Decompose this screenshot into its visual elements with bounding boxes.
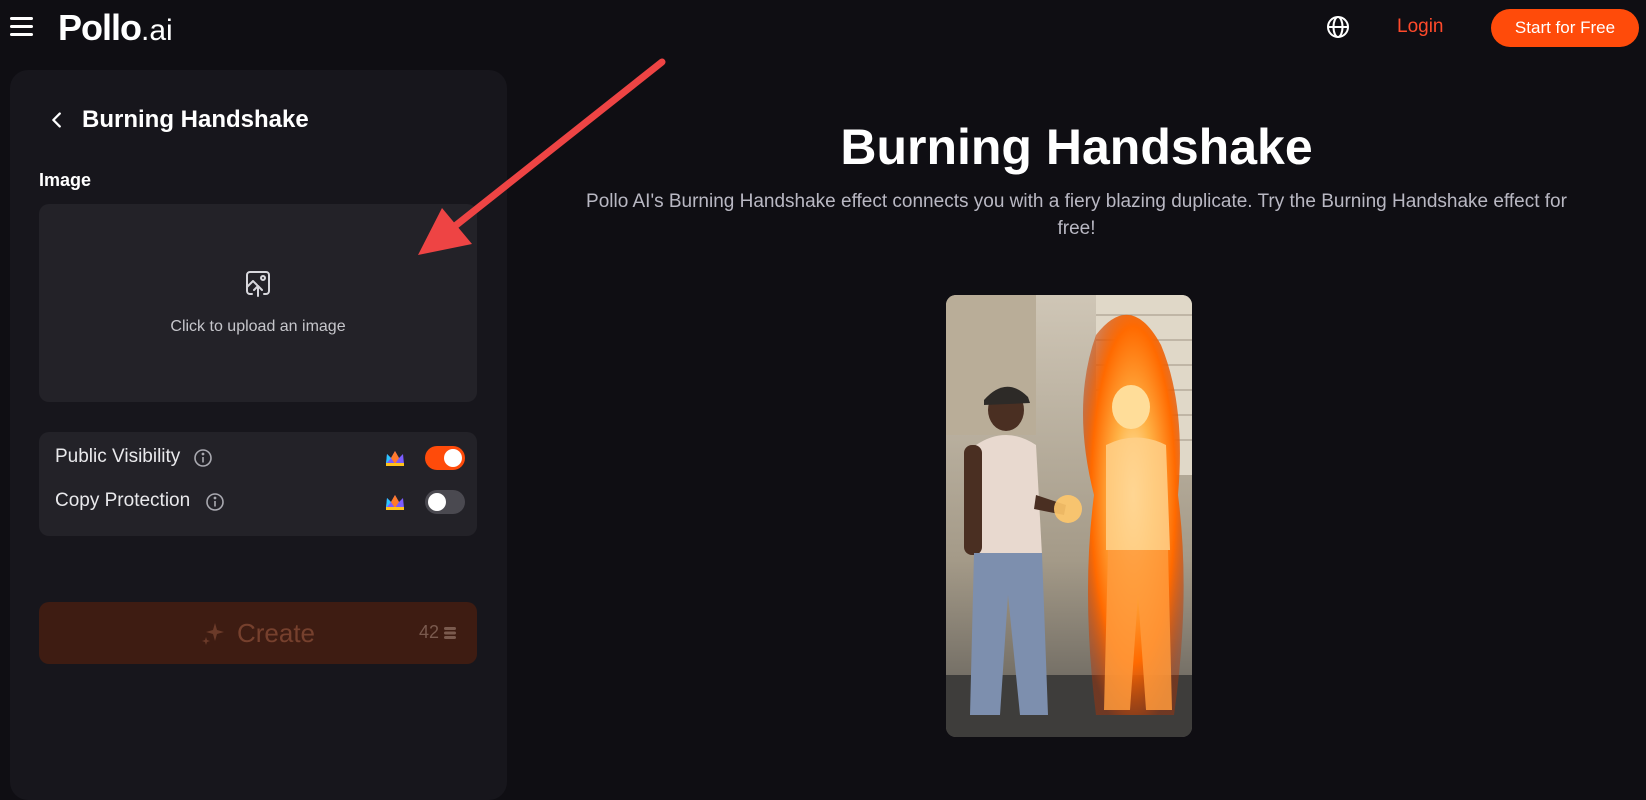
panel-title: Burning Handshake xyxy=(82,106,309,133)
logo-suffix: .ai xyxy=(141,14,173,47)
preview-illustration xyxy=(946,295,1192,737)
premium-crown-icon xyxy=(386,495,404,510)
image-upload-icon xyxy=(246,271,270,297)
login-link[interactable]: Login xyxy=(1397,16,1444,38)
logo[interactable]: Pollo.ai xyxy=(58,7,173,49)
menu-icon[interactable] xyxy=(10,17,34,37)
premium-crown-icon xyxy=(386,451,404,466)
copy-protection-row: Copy Protection xyxy=(55,488,465,516)
effect-settings-panel: Burning Handshake Image Click to upload … xyxy=(10,70,507,800)
coin-stack-icon xyxy=(444,626,456,639)
info-icon[interactable] xyxy=(193,448,213,468)
create-label: Create xyxy=(236,617,316,648)
visibility-settings: Public Visibility Copy Protection xyxy=(39,432,477,536)
chevron-left-icon xyxy=(52,112,61,128)
image-upload-area[interactable]: Click to upload an image xyxy=(39,204,477,402)
info-icon[interactable] xyxy=(205,492,225,512)
create-button[interactable]: Create 42 xyxy=(39,602,477,664)
start-for-free-button[interactable]: Start for Free xyxy=(1491,9,1639,47)
image-section-label: Image xyxy=(39,170,92,190)
copy-protection-toggle[interactable] xyxy=(425,490,465,514)
public-visibility-row: Public Visibility xyxy=(55,444,465,472)
logo-text: Pollo xyxy=(58,7,142,48)
upload-prompt: Click to upload an image xyxy=(170,318,346,335)
globe-icon[interactable] xyxy=(1326,15,1350,39)
top-navigation-bar: Pollo.ai Login Start for Free xyxy=(0,0,1646,56)
public-visibility-toggle[interactable] xyxy=(425,446,465,470)
copy-protection-label: Copy Protection xyxy=(55,490,191,511)
page-description: Pollo AI's Burning Handshake effect conn… xyxy=(586,191,1567,239)
public-visibility-label: Public Visibility xyxy=(55,446,181,467)
credit-amount: 42 xyxy=(418,622,439,642)
credit-cost: 42 xyxy=(419,622,457,643)
page-title: Burning Handshake xyxy=(840,119,1313,175)
effect-preview-image[interactable] xyxy=(946,295,1192,737)
sparkle-icon xyxy=(201,623,224,645)
back-button[interactable]: Burning Handshake xyxy=(46,106,309,134)
